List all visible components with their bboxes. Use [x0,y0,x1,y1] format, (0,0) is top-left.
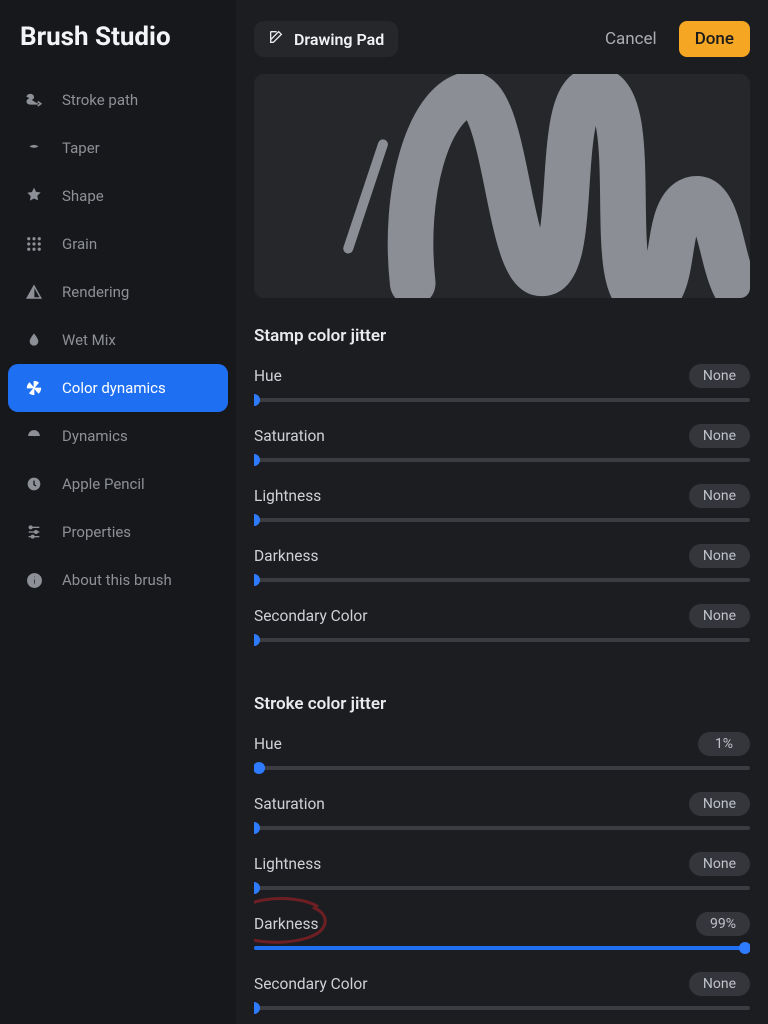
rendering-icon [24,282,44,302]
slider-thumb[interactable] [254,394,260,406]
slider-thumb[interactable] [254,762,265,774]
settings-scroll[interactable]: Stamp color jitter Hue None Saturation N… [254,298,750,1024]
slider-thumb[interactable] [739,942,750,954]
slider-label: Darkness [254,547,319,565]
sidebar-item-label: Shape [62,187,104,205]
shape-icon [24,186,44,206]
slider-thumb[interactable] [254,882,260,894]
sidebar-item-label: Taper [62,139,100,157]
sidebar-item-stroke-path[interactable]: Stroke path [8,76,228,124]
done-button[interactable]: Done [679,21,750,57]
slider-stroke-secondary[interactable]: Secondary Color None [254,972,750,1010]
taper-icon [24,138,44,158]
slider-value: None [689,792,750,816]
info-icon [24,570,44,590]
slider-value: None [689,484,750,508]
brush-preview[interactable] [254,74,750,298]
slider-track[interactable] [254,1006,750,1010]
slider-track[interactable] [254,578,750,582]
wet-mix-icon [24,330,44,350]
slider-value: None [689,972,750,996]
section-title-stamp: Stamp color jitter [254,326,750,346]
slider-value: None [689,424,750,448]
slider-stroke-saturation[interactable]: Saturation None [254,792,750,830]
topbar: Drawing Pad Cancel Done [254,18,750,60]
slider-thumb[interactable] [254,822,260,834]
slider-label: Hue [254,367,282,385]
slider-stroke-hue[interactable]: Hue 1% [254,732,750,770]
apple-pencil-icon [24,474,44,494]
slider-value: 99% [696,912,750,936]
slider-label: Saturation [254,795,325,813]
sidebar-item-label: Properties [62,523,131,541]
sidebar: Brush Studio Stroke path Taper Shape [0,0,236,1024]
app-title: Brush Studio [0,22,236,76]
sidebar-item-label: Stroke path [62,91,138,109]
main-panel: Drawing Pad Cancel Done Stamp color jitt… [236,0,768,1024]
sidebar-item-apple-pencil[interactable]: Apple Pencil [8,460,228,508]
slider-label: Secondary Color [254,607,367,625]
drawing-pad-label: Drawing Pad [294,30,384,49]
sidebar-item-shape[interactable]: Shape [8,172,228,220]
slider-track[interactable] [254,518,750,522]
slider-track[interactable] [254,638,750,642]
sidebar-item-about[interactable]: About this brush [8,556,228,604]
slider-stamp-darkness[interactable]: Darkness None [254,544,750,582]
slider-label: Darkness [254,915,319,933]
color-dynamics-icon [24,378,44,398]
slider-thumb[interactable] [254,1002,260,1014]
brush-stroke-preview [254,74,750,298]
slider-track[interactable] [254,766,750,770]
slider-track[interactable] [254,946,750,950]
slider-track[interactable] [254,886,750,890]
slider-track[interactable] [254,398,750,402]
slider-stamp-saturation[interactable]: Saturation None [254,424,750,462]
slider-thumb[interactable] [254,634,260,646]
sidebar-item-label: Rendering [62,283,129,301]
sidebar-item-label: Color dynamics [62,379,166,397]
sidebar-nav: Stroke path Taper Shape Grain [0,76,236,604]
slider-label: Lightness [254,487,321,505]
sidebar-item-label: Apple Pencil [62,475,145,493]
properties-icon [24,522,44,542]
sidebar-item-label: Grain [62,235,97,253]
slider-thumb[interactable] [254,574,260,586]
dynamics-icon [24,426,44,446]
slider-value: None [689,852,750,876]
stroke-path-icon [24,90,44,110]
sidebar-item-dynamics[interactable]: Dynamics [8,412,228,460]
slider-track[interactable] [254,458,750,462]
slider-stamp-hue[interactable]: Hue None [254,364,750,402]
slider-label: Lightness [254,855,321,873]
sidebar-item-grain[interactable]: Grain [8,220,228,268]
slider-value: None [689,544,750,568]
slider-label: Saturation [254,427,325,445]
sidebar-item-color-dynamics[interactable]: Color dynamics [8,364,228,412]
slider-track[interactable] [254,826,750,830]
sidebar-item-label: About this brush [62,571,172,589]
slider-value: 1% [698,732,750,756]
slider-label: Secondary Color [254,975,367,993]
slider-stroke-lightness[interactable]: Lightness None [254,852,750,890]
slider-stamp-secondary[interactable]: Secondary Color None [254,604,750,642]
slider-stroke-darkness[interactable]: Darkness 99% [254,912,750,950]
section-title-stroke: Stroke color jitter [254,694,750,714]
edit-icon [268,29,284,49]
slider-fill [254,946,745,950]
sidebar-item-rendering[interactable]: Rendering [8,268,228,316]
sidebar-item-wet-mix[interactable]: Wet Mix [8,316,228,364]
slider-stamp-lightness[interactable]: Lightness None [254,484,750,522]
sidebar-item-label: Wet Mix [62,331,116,349]
slider-thumb[interactable] [254,454,260,466]
sidebar-item-taper[interactable]: Taper [8,124,228,172]
slider-label: Hue [254,735,282,753]
sidebar-item-label: Dynamics [62,427,128,445]
slider-value: None [689,364,750,388]
cancel-button[interactable]: Cancel [605,29,657,49]
drawing-pad-button[interactable]: Drawing Pad [254,21,398,57]
grain-icon [24,234,44,254]
slider-value: None [689,604,750,628]
slider-thumb[interactable] [254,514,260,526]
sidebar-item-properties[interactable]: Properties [8,508,228,556]
